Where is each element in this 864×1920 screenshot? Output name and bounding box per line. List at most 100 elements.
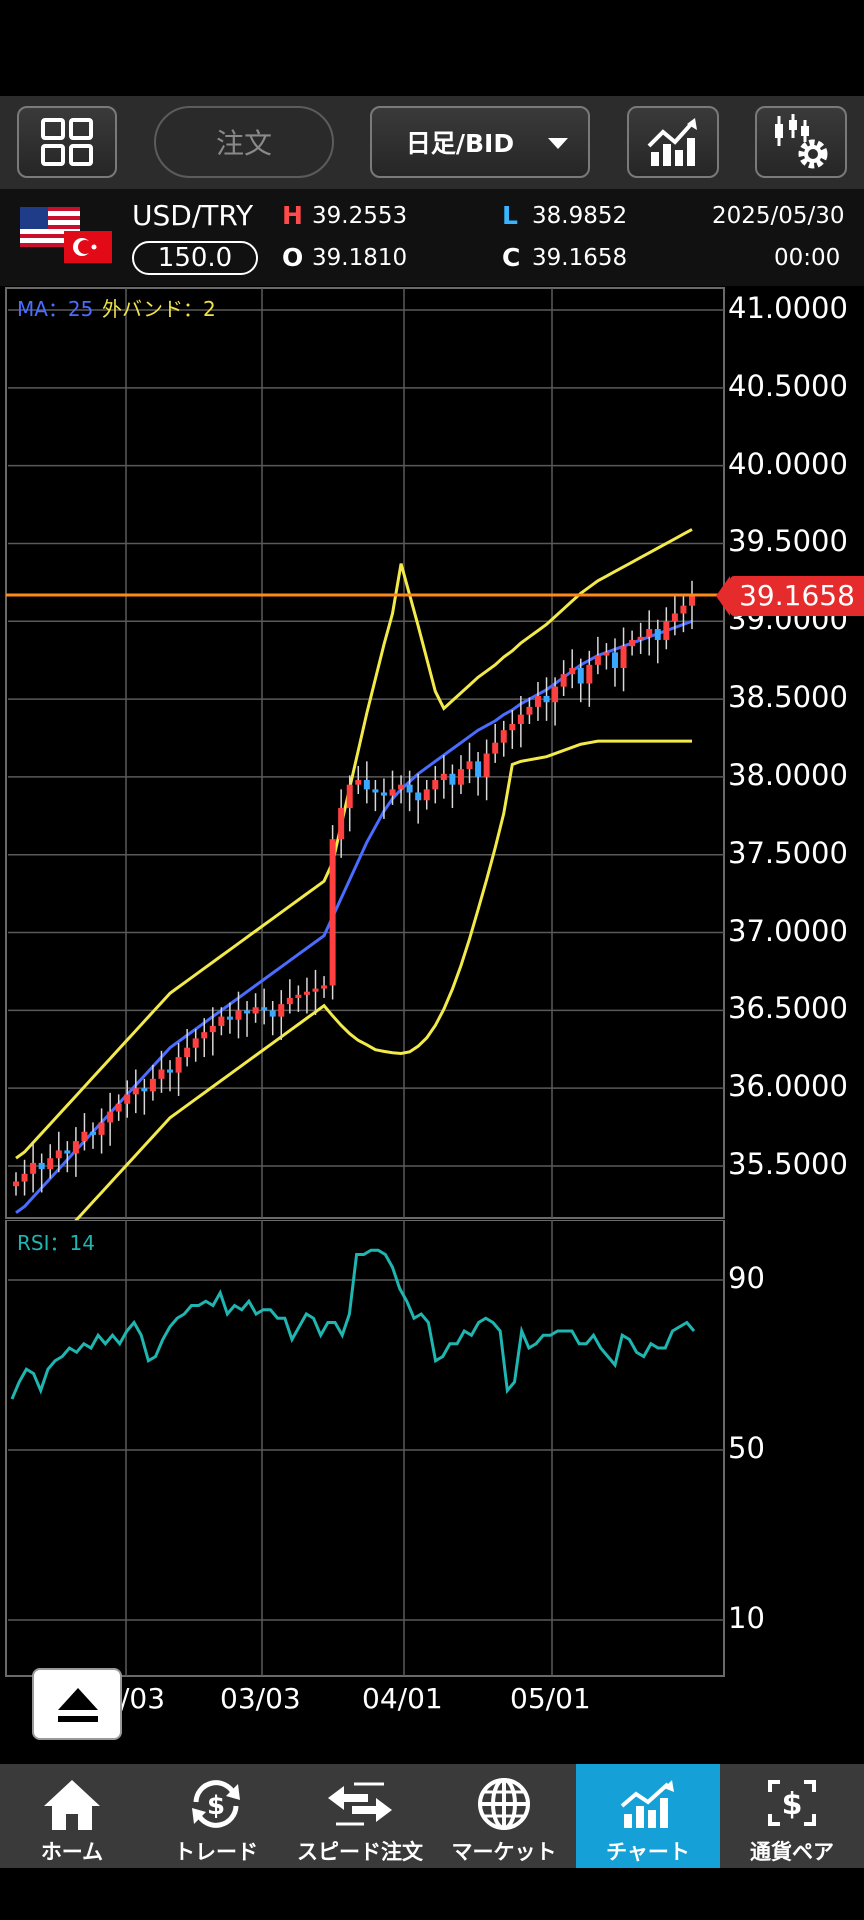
candle-body	[329, 839, 336, 986]
chevron-down-icon	[548, 138, 568, 149]
rsi-tick-label: 90	[728, 1261, 765, 1295]
low-value: 38.9852	[532, 203, 628, 229]
time-tick-label: 03/03	[220, 1682, 301, 1715]
candle-body	[534, 695, 541, 707]
candle-body	[560, 674, 567, 687]
nav-currency-pair-label: 通貨ペア	[750, 1840, 834, 1864]
candle-body	[586, 664, 593, 684]
nav-home[interactable]: ホーム	[0, 1764, 144, 1868]
grid-icon	[41, 118, 93, 166]
candle-body	[192, 1038, 199, 1048]
candle-body	[646, 629, 653, 637]
price-tick-label: 36.0000	[728, 1069, 848, 1104]
candle-body	[278, 1004, 285, 1017]
candle-body	[235, 1010, 242, 1020]
candle-body	[286, 997, 293, 1005]
system-bar	[0, 1868, 864, 1920]
candle-body	[90, 1131, 97, 1135]
candle-body	[47, 1158, 54, 1170]
quote-time: 00:00	[774, 245, 841, 271]
period-select[interactable]: 日足/BID	[370, 106, 590, 178]
candle-body	[680, 605, 687, 614]
nav-trade-label: トレード	[174, 1840, 258, 1864]
candle-body	[594, 655, 601, 665]
grid-menu-button[interactable]	[17, 106, 117, 178]
candle-body	[492, 742, 499, 754]
candle-body	[261, 1007, 268, 1011]
candle-body	[149, 1078, 156, 1092]
indicator-settings-button[interactable]	[755, 106, 847, 178]
rsi-tick-label: 50	[728, 1431, 765, 1465]
nav-speed-order[interactable]: スピード注文	[288, 1764, 432, 1868]
price-tick-label: 38.5000	[728, 680, 848, 715]
rsi-line	[10, 1248, 696, 1400]
currency-pair: USD/TRY	[132, 199, 254, 232]
nav-chart-label: チャート	[606, 1840, 690, 1864]
price-tick-label: 37.5000	[728, 835, 848, 870]
price-tick-label: 37.0000	[728, 913, 848, 948]
price-tick-label: 39.5000	[728, 524, 848, 559]
candle-body	[449, 773, 456, 785]
market-icon	[478, 1778, 530, 1830]
candle-body	[132, 1088, 139, 1095]
candle-body	[483, 753, 490, 777]
candle-body	[312, 988, 319, 992]
price-tick-label: 40.5000	[728, 368, 848, 403]
nav-currency-pair[interactable]: $ 通貨ペア	[720, 1764, 864, 1868]
usd-try-flag-icon	[20, 207, 112, 263]
collapse-panel-button[interactable]	[32, 1668, 122, 1740]
candle-body	[107, 1111, 114, 1123]
candle-body	[355, 780, 362, 785]
candle-body	[372, 789, 379, 793]
candle-body	[81, 1131, 88, 1142]
candle-body	[30, 1162, 37, 1174]
candle-body	[389, 789, 396, 796]
low-label: L	[502, 201, 518, 230]
chart-type-button[interactable]	[627, 106, 719, 178]
bollinger-bands	[15, 528, 693, 1220]
price-tick-label: 35.5000	[728, 1147, 848, 1181]
candle-body	[654, 629, 661, 640]
candle-body	[603, 652, 610, 656]
candle-body	[226, 1016, 233, 1020]
candle-body	[175, 1057, 182, 1073]
quote-info-bar: USD/TRY 150.0 H 39.2553 O 39.1810 L 38.9…	[0, 189, 864, 286]
nav-chart[interactable]: チャート	[576, 1764, 720, 1868]
upper-band-line	[15, 528, 693, 1160]
candle-body	[303, 991, 310, 995]
open-label: O	[282, 243, 304, 272]
candle-body	[346, 784, 353, 809]
price-tick-label: 36.5000	[728, 991, 848, 1026]
candle-body	[167, 1069, 174, 1073]
order-button[interactable]: 注文	[154, 106, 334, 178]
nav-trade[interactable]: $ トレード	[144, 1764, 288, 1868]
eject-icon	[58, 1688, 98, 1722]
price-tick-label: 38.0000	[728, 757, 848, 792]
price-grid	[8, 288, 724, 1218]
trade-icon: $	[192, 1780, 240, 1828]
svg-text:$: $	[782, 1787, 803, 1822]
candle-body	[423, 789, 430, 801]
candle-body	[611, 652, 618, 668]
candle-body	[13, 1181, 19, 1187]
candle-body	[457, 769, 464, 785]
time-tick-label: 04/01	[362, 1682, 443, 1715]
price-tick-label: 40.0000	[728, 446, 848, 481]
candle-body	[440, 773, 447, 781]
nav-market-label: マーケット	[451, 1840, 557, 1864]
candle-body	[569, 667, 576, 675]
nav-market[interactable]: マーケット	[432, 1764, 576, 1868]
candle-body	[577, 667, 584, 684]
candle-body	[466, 761, 473, 770]
home-icon	[44, 1780, 100, 1830]
candle-body	[509, 723, 516, 731]
candle-body	[72, 1141, 79, 1154]
candles	[13, 580, 695, 1196]
candle-body	[380, 792, 387, 796]
svg-text:$: $	[207, 1791, 225, 1821]
candle-body	[637, 636, 644, 640]
high-value: 39.2553	[312, 203, 408, 229]
candle-body	[141, 1088, 148, 1092]
candle-body	[184, 1047, 191, 1058]
band-label: 外バンド：2	[102, 297, 216, 321]
